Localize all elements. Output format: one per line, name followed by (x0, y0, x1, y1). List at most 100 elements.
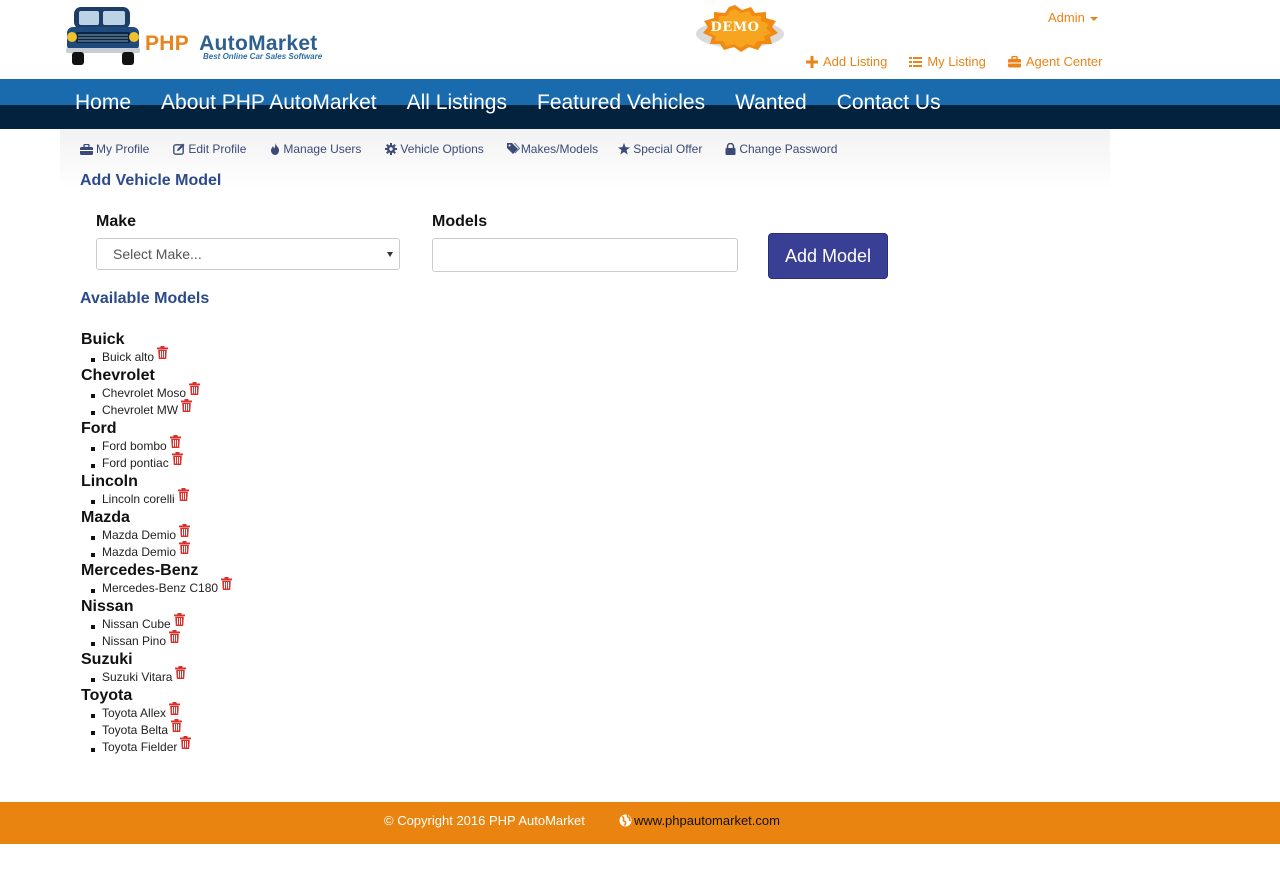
nav-contact-us[interactable]: Contact Us (837, 79, 941, 127)
plus-icon (806, 55, 818, 68)
list-item: Chevrolet Moso (81, 382, 481, 402)
subnav-manage-users[interactable]: Manage Users (270, 142, 361, 156)
add-vehicle-model-heading: Add Vehicle Model (80, 172, 222, 189)
list-item: Mazda Demio (81, 541, 481, 561)
list-item: Toyota Fielder (81, 736, 481, 756)
admin-dropdown[interactable]: Admin (1048, 10, 1098, 25)
gear-icon (385, 143, 398, 155)
make-select-value: Select Make... (113, 246, 202, 262)
make-group: Ford Ford bombo Ford pontiac (81, 419, 481, 472)
trash-icon[interactable] (175, 666, 187, 685)
edit-icon (173, 143, 185, 155)
trash-icon[interactable] (177, 488, 189, 507)
trash-icon[interactable] (179, 541, 191, 560)
make-group: Toyota Toyota Allex Toyota Belta Toyota Fie… (81, 686, 481, 756)
website-link[interactable]: www.phpautomarket.com (619, 813, 780, 828)
model-name: Nissan Pino (102, 634, 167, 648)
subnav-vehicle-options-label: Vehicle Options (400, 142, 484, 156)
subnav-my-profile[interactable]: My Profile (80, 142, 149, 156)
subnav-edit-profile-label: Edit Profile (188, 142, 247, 156)
available-models-list: Buick Buick alto Chevrolet Chevrolet Moso Ch… (81, 330, 481, 756)
model-list: Chevrolet Moso Chevrolet MW (81, 382, 481, 419)
make-select[interactable]: Select Make... (96, 238, 400, 270)
model-name: Toyota Fielder (102, 740, 178, 754)
make-group: Mazda Mazda Demio Mazda Demio (81, 508, 481, 561)
lock-icon (725, 143, 736, 155)
make-group: Suzuki Suzuki Vitara (81, 650, 481, 686)
make-name: Nissan (81, 598, 134, 615)
trash-icon[interactable] (157, 346, 169, 365)
model-list: Suzuki Vitara (81, 666, 481, 686)
list-item: Buick alto (81, 346, 481, 366)
subnav-vehicle-options[interactable]: Vehicle Options (385, 142, 484, 156)
admin-label: Admin (1048, 10, 1085, 25)
logo-php-text: PHP (145, 32, 190, 55)
subnav-change-password[interactable]: Change Password (725, 142, 837, 156)
agent-center-link[interactable]: Agent Center (1007, 54, 1102, 69)
trash-icon[interactable] (221, 577, 233, 596)
list-item: Nissan Pino (81, 630, 481, 650)
make-name: Chevrolet (81, 367, 155, 384)
briefcase-icon (80, 143, 93, 155)
globe-icon (619, 814, 632, 827)
make-name: Suzuki (81, 651, 133, 668)
car-logo-icon (66, 7, 140, 65)
model-list: Buick alto (81, 346, 481, 366)
add-listing-link[interactable]: Add Listing (806, 54, 887, 69)
model-list: Ford bombo Ford pontiac (81, 435, 481, 472)
trash-icon[interactable] (169, 630, 181, 649)
list-icon (909, 56, 923, 67)
model-list: Toyota Allex Toyota Belta Toyota Fielder (81, 702, 481, 756)
model-name: Mazda Demio (102, 545, 177, 559)
nav-all-listings[interactable]: All Listings (407, 79, 507, 127)
subnav-manage-users-label: Manage Users (283, 142, 362, 156)
make-label: Make (96, 213, 137, 230)
tags-icon (506, 143, 520, 154)
list-item: Chevrolet MW (81, 399, 481, 419)
copyright-text: © Copyright 2016 PHP AutoMarket (384, 813, 585, 828)
nav-about[interactable]: About PHP AutoMarket (161, 79, 377, 127)
make-name: Buick (81, 331, 125, 348)
content-area: My Profile Edit Profile Manage Users Veh… (60, 129, 1110, 802)
trash-icon[interactable] (181, 399, 193, 418)
model-name: Ford pontiac (102, 456, 169, 470)
list-item: Suzuki Vitara (81, 666, 481, 686)
briefcase-icon (1007, 55, 1021, 67)
model-list: Mercedes-Benz C180 (81, 577, 481, 597)
make-group: Chevrolet Chevrolet Moso Chevrolet MW (81, 366, 481, 419)
site-header: PHP AutoMarket Best Online Car Sales Soft… (0, 0, 1280, 79)
list-item: Lincoln corelli (81, 488, 481, 508)
model-list: Mazda Demio Mazda Demio (81, 524, 481, 561)
my-listing-link[interactable]: My Listing (909, 54, 986, 69)
demo-badge: DEMO (694, 3, 794, 53)
subnav-edit-profile[interactable]: Edit Profile (173, 142, 246, 156)
list-item: Ford pontiac (81, 452, 481, 472)
logo-tagline: Best Online Car Sales Software (203, 52, 323, 61)
model-name: Buick alto (102, 350, 155, 364)
website-label: www.phpautomarket.com (634, 813, 780, 828)
model-list: Nissan Cube Nissan Pino (81, 613, 481, 650)
add-model-button[interactable]: Add Model (768, 233, 888, 279)
trash-icon[interactable] (171, 452, 183, 471)
model-name: Chevrolet MW (102, 403, 179, 417)
make-name: Mazda (81, 509, 130, 526)
models-label: Models (432, 213, 488, 230)
make-name: Lincoln (81, 473, 138, 490)
subnav-special-offer-label: Special Offer (633, 142, 703, 156)
make-name: Mercedes-Benz (81, 562, 199, 579)
fire-icon (271, 143, 280, 155)
model-name: Lincoln corelli (102, 492, 175, 506)
model-name: Mercedes-Benz C180 (102, 581, 219, 595)
subnav-special-offer[interactable]: Special Offer (618, 142, 702, 156)
list-item: Mercedes-Benz C180 (81, 577, 481, 597)
models-input[interactable] (432, 238, 738, 272)
make-group: Mercedes-Benz Mercedes-Benz C180 (81, 561, 481, 597)
subnav-makes-models[interactable]: Makes/Models (506, 142, 598, 156)
nav-featured-vehicles[interactable]: Featured Vehicles (537, 79, 705, 127)
trash-icon[interactable] (180, 736, 192, 755)
site-logo[interactable]: PHP AutoMarket Best Online Car Sales Soft… (66, 4, 346, 68)
demo-label: DEMO (710, 20, 760, 35)
nav-home[interactable]: Home (75, 79, 131, 127)
nav-wanted[interactable]: Wanted (735, 79, 807, 127)
model-list: Lincoln corelli (81, 488, 481, 508)
